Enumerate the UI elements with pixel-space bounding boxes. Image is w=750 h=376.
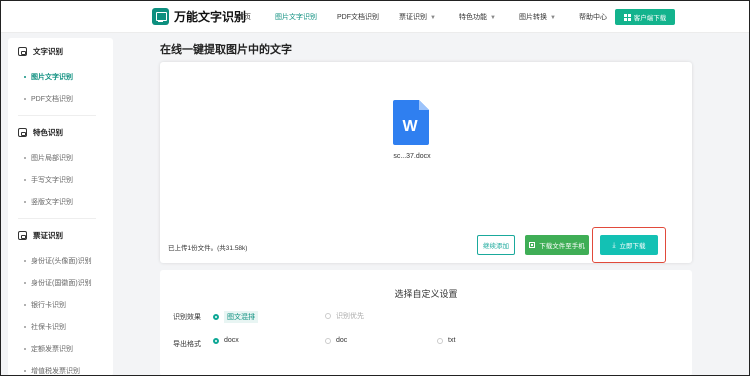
sidebar-section-title: 特色识别 (33, 128, 63, 137)
settings-panel: 选择自定义设置 识别效果 图文混排 识别优先 导出格式 docx doc txt (160, 270, 692, 376)
sidebar-section-title: 文字识别 (33, 47, 63, 56)
word-doc-icon: W (393, 100, 429, 145)
logo[interactable]: 万能文字识别 (152, 8, 246, 25)
top-navbar: 万能文字识别 首页 图片文字识别 PDF文档识别 票证识别 ▼ 特色功能 ▼ 图片转… (1, 1, 749, 33)
sidebar-section-title: 票证识别 (33, 231, 63, 240)
format-label: 导出格式 (173, 341, 201, 348)
doc-icon-letter: W (402, 118, 418, 135)
nav-pdf-ocr[interactable]: PDF文档识别 (337, 12, 379, 22)
radio-checked-icon (213, 337, 219, 344)
logo-icon (152, 8, 169, 25)
download-icon: ⤓ (612, 241, 616, 249)
radio-unchecked-icon (325, 313, 331, 319)
sidebar-section-ticket: 票证识别 (18, 230, 63, 241)
download-to-phone-button[interactable]: 下载文件至手机 (525, 235, 589, 255)
scan-icon (18, 47, 27, 56)
effect-option-mixed[interactable]: 图文混排 (213, 311, 258, 323)
nav-help[interactable]: 帮助中心 (579, 12, 607, 22)
settings-title: 选择自定义设置 (394, 289, 458, 299)
nav-ticket-ocr[interactable]: 票证识别 ▼ (399, 12, 436, 22)
card-icon (18, 231, 27, 240)
sidebar-section-text-ocr: 文字识别 (18, 46, 63, 57)
radio-unchecked-icon (437, 337, 443, 344)
nav-convert-label: 图片转换 (519, 14, 547, 21)
chevron-down-icon: ▼ (430, 15, 436, 21)
sidebar-item-quota-invoice[interactable]: 定额发票识别 (24, 344, 73, 354)
sidebar-section-special: 特色识别 (18, 127, 63, 138)
sidebar-item-vat-invoice[interactable]: 增值税发票识别 (24, 366, 80, 376)
page-title: 在线一键提取图片中的文字 (160, 44, 292, 56)
download-now-button[interactable]: ⤓ 立即下载 (600, 235, 658, 255)
chevron-down-icon: ▼ (550, 15, 556, 21)
sidebar-item-image-ocr[interactable]: 图片文字识别 (24, 72, 73, 82)
format-option-doc[interactable]: doc (325, 337, 347, 344)
chevron-down-icon: ▼ (490, 15, 496, 21)
sidebar-item-id-back[interactable]: 身份证(国徽面)识别 (24, 278, 92, 288)
file-name: sc...37.docx (393, 153, 431, 160)
nav-image-ocr[interactable]: 图片文字识别 (275, 12, 317, 22)
qr-code-icon (529, 242, 536, 248)
scan-icon (18, 128, 27, 137)
sidebar-item-pdf-ocr[interactable]: PDF文档识别 (24, 94, 73, 104)
radio-checked-icon (213, 314, 219, 320)
upload-info: 已上传1份文件。(共31.58k) (168, 245, 248, 252)
sidebar-item-handwriting-ocr[interactable]: 手写文字识别 (24, 175, 73, 185)
effect-label: 识别效果 (173, 314, 201, 321)
effect-option-label: 识别优先 (336, 313, 364, 320)
format-option-label: txt (448, 337, 456, 344)
client-download-label: 客户端下载 (633, 15, 667, 22)
effect-option-label: 图文混排 (224, 311, 258, 323)
radio-unchecked-icon (325, 337, 331, 344)
format-option-label: docx (224, 337, 239, 344)
client-download-button[interactable]: 客户端下载 (615, 9, 675, 25)
effect-option-priority[interactable]: 识别优先 (325, 311, 364, 321)
nav-image-convert[interactable]: 图片转换 ▼ (519, 12, 556, 22)
download-now-label: 立即下载 (619, 243, 646, 250)
nav-ticket-label: 票证识别 (399, 14, 427, 21)
windows-icon (623, 13, 631, 21)
logo-text: 万能文字识别 (174, 10, 247, 24)
sidebar-item-id-front[interactable]: 身份证(头像面)识别 (24, 256, 92, 266)
sidebar-item-vertical-ocr[interactable]: 竖版文字识别 (24, 197, 73, 207)
download-to-phone-label: 下载文件至手机 (539, 243, 585, 250)
format-option-label: doc (336, 337, 348, 344)
sidebar-item-bank-card[interactable]: 银行卡识别 (24, 300, 66, 310)
sidebar-item-social-card[interactable]: 社保卡识别 (24, 322, 66, 332)
nav-features[interactable]: 特色功能 ▼ (459, 12, 496, 22)
sidebar-divider (18, 115, 96, 116)
sidebar-divider (18, 218, 96, 219)
format-option-docx[interactable]: docx (213, 337, 239, 344)
nav-features-label: 特色功能 (459, 14, 487, 21)
nav-home[interactable]: 首页 (237, 12, 251, 22)
sidebar-item-partial-ocr[interactable]: 图片局部识别 (24, 153, 73, 163)
sidebar: 文字识别 图片文字识别 PDF文档识别 特色识别 图片局部识别 手写文字识别 竖… (8, 38, 113, 376)
continue-add-button[interactable]: 继续添加 (477, 235, 515, 255)
format-option-txt[interactable]: txt (437, 337, 455, 344)
